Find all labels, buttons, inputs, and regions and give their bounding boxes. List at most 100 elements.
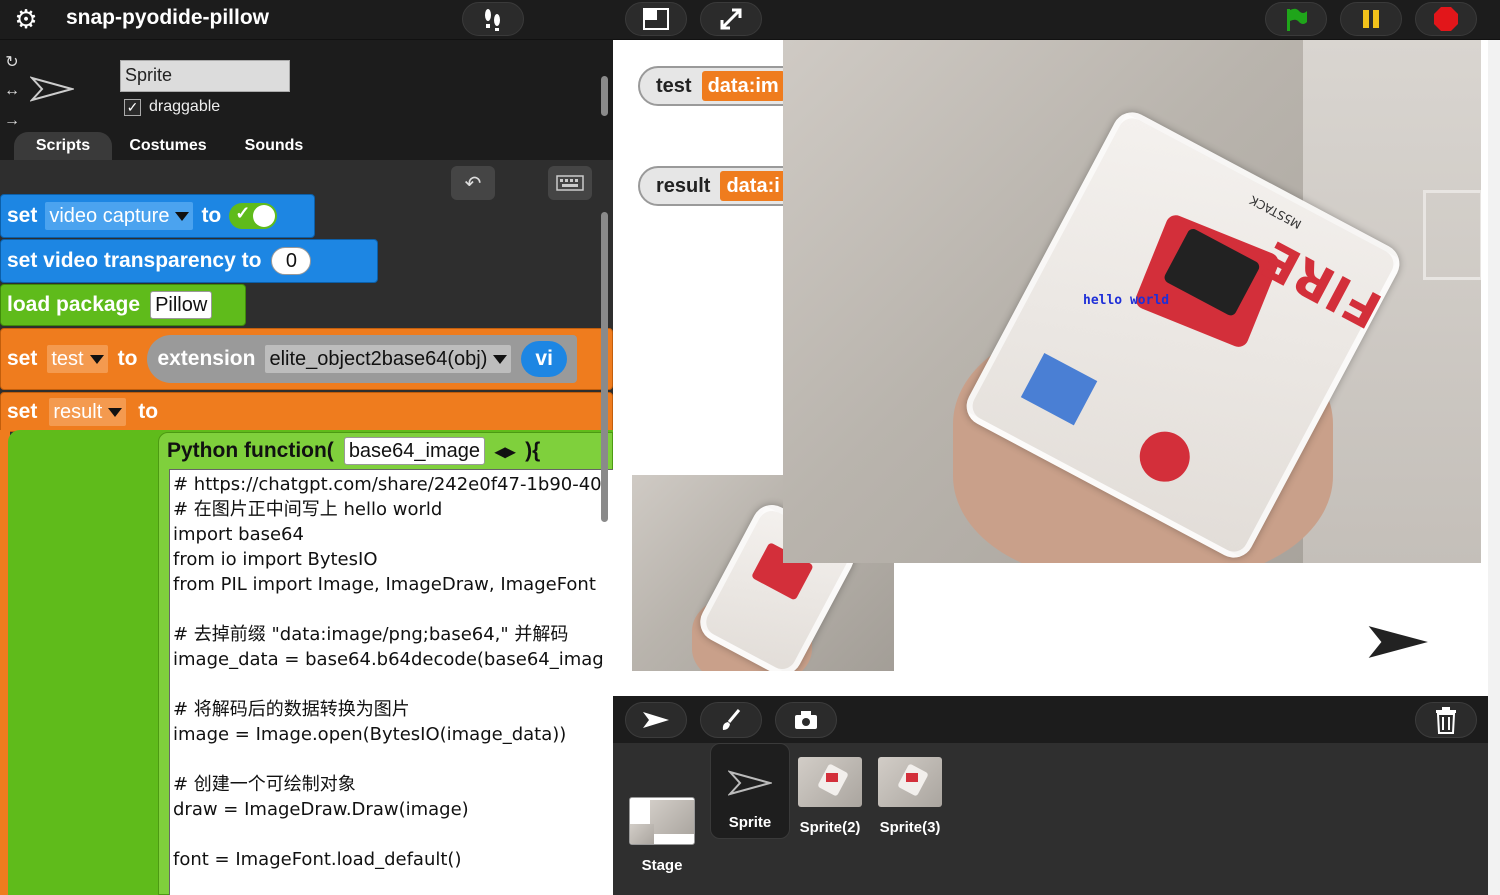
pause-icon bbox=[1363, 10, 1379, 28]
stage[interactable]: test data:im result data:i FIRE M5STACK bbox=[613, 40, 1488, 696]
watcher-label: result bbox=[656, 174, 711, 197]
draggable-label: draggable bbox=[149, 98, 221, 115]
visible-stepping-button[interactable] bbox=[462, 2, 524, 36]
pause-button[interactable] bbox=[1340, 2, 1402, 36]
undo-icon: ↶ bbox=[464, 172, 482, 195]
footprints-icon bbox=[485, 9, 500, 31]
to-keyword: to bbox=[138, 400, 159, 423]
undo-button[interactable]: ↶ bbox=[451, 166, 495, 200]
sprite-name-input[interactable]: Sprite bbox=[120, 60, 290, 92]
tab-sounds[interactable]: Sounds bbox=[228, 132, 320, 160]
watcher-label: test bbox=[656, 74, 692, 97]
keyboard-entry-button[interactable] bbox=[548, 166, 592, 200]
keyboard-icon bbox=[556, 175, 584, 191]
sprite-arrow-on-stage-icon[interactable] bbox=[1368, 625, 1428, 659]
python-function-block[interactable]: Python function( base64_image ◂▸ ){ # ht… bbox=[158, 432, 613, 895]
code-line: # 将解码后的数据转换为图片 bbox=[173, 699, 410, 720]
sprite3-label: Sprite(3) bbox=[879, 819, 941, 836]
rotate-any-icon[interactable]: ↻ bbox=[2, 52, 22, 72]
paint-new-sprite-button[interactable] bbox=[700, 702, 762, 738]
extension-block[interactable]: extension elite_object2base64(obj) vi bbox=[147, 335, 577, 383]
code-line: draw = ImageDraw.Draw(image) bbox=[173, 799, 469, 820]
rotate-left-right-icon[interactable]: ↔ bbox=[2, 82, 22, 102]
set-keyword: set bbox=[7, 400, 38, 423]
code-line: from io import BytesIO bbox=[173, 549, 378, 570]
paintbrush-icon bbox=[722, 709, 741, 730]
sprite2-icon[interactable]: Sprite(2) bbox=[790, 757, 870, 836]
sprite-arrow-icon bbox=[30, 76, 74, 102]
scripts-scrollbar[interactable] bbox=[601, 212, 608, 522]
tab-scripts[interactable]: Scripts bbox=[14, 132, 112, 160]
camera-icon bbox=[795, 711, 817, 729]
snap-ide: ⚙ snap-pyodide-pillow ↻ ↔ → Sprite ✓ dra… bbox=[0, 0, 1500, 895]
project-title: snap-pyodide-pillow bbox=[66, 6, 269, 29]
python-code-editor[interactable]: # https://chatgpt.com/share/242e0f47-1b9… bbox=[169, 469, 613, 895]
watcher-value: data:i bbox=[720, 171, 786, 201]
set-video-transparency-block[interactable]: set video transparency to 0 bbox=[0, 239, 378, 283]
test-var-dropdown[interactable]: test bbox=[47, 345, 108, 373]
extension-dropdown[interactable]: elite_object2base64(obj) bbox=[265, 345, 512, 373]
stop-button[interactable] bbox=[1415, 2, 1477, 36]
no-rotate-icon[interactable]: → bbox=[2, 112, 22, 132]
sprite2-thumbnail bbox=[798, 757, 862, 807]
sprite2-label: Sprite(2) bbox=[799, 819, 861, 836]
video-capture-dropdown[interactable]: video capture bbox=[45, 202, 194, 230]
normal-stage-button[interactable] bbox=[625, 2, 687, 36]
top-bar: ⚙ snap-pyodide-pillow bbox=[0, 0, 1500, 40]
draggable-checkbox[interactable]: ✓ bbox=[124, 98, 141, 116]
result-var-label: result bbox=[53, 400, 103, 423]
extension-arg[interactable]: vi bbox=[521, 341, 567, 377]
sprite3-thumbnail bbox=[878, 757, 942, 807]
set-keyword: set bbox=[7, 347, 38, 370]
code-line: # 创建一个可绘制对象 bbox=[173, 774, 356, 795]
set-result-block[interactable]: set result to bbox=[0, 392, 613, 432]
settings-gear-icon[interactable]: ⚙ bbox=[12, 5, 40, 33]
transparency-input[interactable]: 0 bbox=[271, 247, 312, 275]
video-transparency-label: set video transparency to bbox=[7, 249, 262, 272]
to-keyword: to bbox=[201, 204, 222, 227]
camera-sprite-button[interactable] bbox=[775, 702, 837, 738]
set-video-capture-block[interactable]: set video capture to ✓ bbox=[0, 194, 315, 238]
code-line: from PIL import Image, ImageDraw, ImageF… bbox=[173, 574, 596, 595]
sprite-bar-scrollbar[interactable] bbox=[601, 76, 608, 116]
stage-thumbnail bbox=[629, 797, 695, 845]
code-lines: # https://chatgpt.com/share/242e0f47-1b9… bbox=[170, 470, 613, 895]
add-turtle-sprite-button[interactable] bbox=[625, 702, 687, 738]
scripts-area[interactable]: ↶ set video capture to ✓ set video trans… bbox=[0, 160, 613, 895]
sprite-icon-selected[interactable]: Sprite bbox=[710, 743, 790, 839]
stop-icon bbox=[1434, 7, 1458, 31]
sprite-label: Sprite bbox=[728, 814, 772, 831]
package-name-input[interactable]: Pillow bbox=[150, 291, 213, 319]
load-package-block[interactable]: load package Pillow bbox=[0, 284, 246, 326]
stage-right-edge bbox=[1488, 40, 1500, 895]
python-function-close: ){ bbox=[525, 439, 541, 462]
code-line: # 去掉前缀 "data:image/png;base64," 并解码 bbox=[173, 624, 569, 645]
set-keyword: set bbox=[7, 204, 38, 227]
video-capture-image: FIRE M5STACK hello world bbox=[783, 40, 1481, 563]
trash-button[interactable] bbox=[1415, 702, 1477, 738]
presentation-mode-button[interactable] bbox=[700, 2, 762, 36]
stage-size-icon bbox=[643, 8, 669, 30]
set-test-block[interactable]: set test to extension elite_object2base6… bbox=[0, 328, 613, 390]
video-capture-label: video capture bbox=[49, 204, 170, 227]
sprite-bar: ↻ ↔ → Sprite ✓ draggable Scripts Costume… bbox=[0, 40, 613, 160]
sprite3-icon[interactable]: Sprite(3) bbox=[870, 757, 950, 836]
python-param-input[interactable]: base64_image bbox=[343, 437, 486, 465]
python-function-label: Python function( bbox=[167, 439, 334, 462]
result-var-dropdown[interactable]: result bbox=[49, 398, 127, 426]
draggable-row[interactable]: ✓ draggable bbox=[124, 98, 220, 116]
sprite-corral-bar bbox=[613, 696, 1488, 743]
green-flag-button[interactable] bbox=[1265, 2, 1327, 36]
toggle-switch[interactable]: ✓ bbox=[229, 203, 278, 229]
hello-world-overlay: hello world bbox=[1083, 293, 1170, 308]
load-package-label: load package bbox=[7, 293, 141, 316]
tab-costumes[interactable]: Costumes bbox=[116, 132, 220, 160]
box-maker-text: M5STACK bbox=[1247, 192, 1304, 232]
code-line: image_data = base64.b64decode(base64_ima… bbox=[173, 649, 604, 670]
param-arrows-icon[interactable]: ◂▸ bbox=[495, 439, 515, 464]
code-line: import base64 bbox=[173, 524, 304, 545]
stage-icon[interactable]: Stage bbox=[622, 797, 702, 874]
sprite-corral: Stage Sprite Sprite(2) Sprite(3) bbox=[613, 743, 1488, 895]
